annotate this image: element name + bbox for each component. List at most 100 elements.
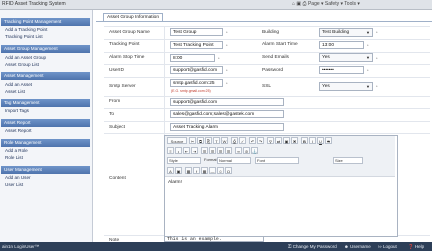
sidebar-item-tracking-point-list[interactable]: Tracking Point List (5, 34, 43, 39)
image-icon[interactable]: ▦ (185, 167, 192, 174)
app-title: RFID Asset Tracking System (2, 1, 66, 7)
required-mark: * (376, 84, 378, 89)
sidebar-item-role-list[interactable]: Role List (5, 155, 23, 160)
select-all-icon[interactable]: ▣ (283, 137, 290, 144)
find-icon[interactable]: ⚲ (267, 137, 274, 144)
link-icon[interactable]: ∞ (235, 147, 242, 154)
sidebar-header-role[interactable]: Role Management (1, 139, 90, 147)
align-left-icon[interactable]: ☰ (201, 147, 208, 154)
horizontal-rule-icon[interactable]: — (209, 167, 216, 174)
editor-body[interactable] (165, 177, 395, 234)
ordered-list-icon[interactable]: ≡ (167, 147, 174, 154)
sidebar-item-add-asset[interactable]: Add an Asset (5, 82, 32, 87)
outdent-icon[interactable]: ⇤ (183, 147, 190, 154)
browser-tools-menu[interactable]: ⌂ ▣ ⎙ Page ▾ Safety ▾ Tools ▾ (292, 1, 360, 7)
unlink-icon[interactable]: ⊘ (243, 147, 250, 154)
logout-link[interactable]: ⇰ Logout (378, 244, 397, 250)
underline-icon[interactable]: U (317, 137, 324, 144)
password-input[interactable]: ••••••• (319, 66, 364, 74)
justify-icon[interactable]: ☰ (225, 147, 232, 154)
sidebar-header-tracking-point[interactable]: Tracking Point Management (1, 18, 90, 26)
alarm-stop-time-input[interactable]: 8:00 (170, 54, 215, 62)
strikethrough-icon[interactable]: S (325, 137, 332, 144)
alarm-stop-time-label: Alarm Stop Time (109, 55, 145, 60)
asset-group-name-input[interactable]: Test Group (170, 28, 223, 36)
cut-icon[interactable]: ✂ (189, 137, 196, 144)
redo-icon[interactable]: ↷ (257, 137, 264, 144)
sidebar-header-user[interactable]: User Management (1, 166, 90, 174)
flash-icon[interactable]: f (193, 167, 200, 174)
building-select[interactable]: Test Building ▼ (319, 28, 373, 37)
style-select[interactable]: Style (167, 157, 201, 164)
replace-icon[interactable]: ⇄ (275, 137, 282, 144)
userid-input[interactable]: support@gasfid.com (170, 66, 223, 74)
unordered-list-icon[interactable]: • (175, 147, 182, 154)
italic-icon[interactable]: I (309, 137, 316, 144)
username-link[interactable]: ☻ Username (344, 244, 371, 249)
copy-icon[interactable]: ⧉ (197, 137, 204, 144)
paste-icon[interactable]: ⎘ (205, 137, 212, 144)
undo-icon[interactable]: ↶ (249, 137, 256, 144)
send-emails-label: Send Emails (262, 55, 289, 60)
bold-icon[interactable]: B (301, 137, 308, 144)
special-char-icon[interactable]: Ω (225, 167, 232, 174)
smtp-server-input[interactable]: smtp.gasfid.com:25 (170, 79, 223, 87)
source-button[interactable]: Source (167, 137, 187, 144)
from-input[interactable]: support@gasfid.com (170, 98, 284, 106)
smiley-icon[interactable]: ☺ (217, 167, 224, 174)
indent-icon[interactable]: ⇥ (191, 147, 198, 154)
ssl-select[interactable]: Yes ▼ (319, 82, 373, 91)
print-icon[interactable]: ⎙ (303, 1, 307, 7)
alarm-start-time-input[interactable]: 13:00 (319, 41, 364, 49)
sidebar-header-asset-report[interactable]: Asset Report (1, 119, 90, 127)
sidebar-header-asset-group[interactable]: Asset Group Management (1, 45, 90, 53)
sidebar-item-add-user[interactable]: Add an User (5, 175, 31, 180)
sidebar-header-tag[interactable]: Tag Management (1, 99, 90, 107)
align-right-icon[interactable]: ☰ (217, 147, 224, 154)
spellcheck-icon[interactable]: ✓ (239, 137, 246, 144)
sidebar-item-add-tracking-point[interactable]: Add a Tracking Point (5, 27, 47, 32)
to-input[interactable]: sales@gasfid.com;sales@gastek.com (170, 110, 284, 118)
font-select[interactable]: Font (255, 157, 299, 164)
tracking-point-input[interactable]: Test Tracking Point (170, 41, 223, 49)
logout-icon: ⇰ (378, 244, 382, 249)
tab-asset-group-information[interactable]: Asset Group Information (103, 13, 163, 21)
paste-text-icon[interactable]: T (213, 137, 220, 144)
feeds-icon[interactable]: ▣ (296, 1, 301, 7)
subject-input[interactable]: Asset Tracking Alarm (170, 123, 284, 131)
home-icon[interactable]: ⌂ (292, 1, 295, 7)
tab-divider (96, 21, 432, 22)
chevron-down-icon: ▼ (366, 55, 370, 60)
help-link[interactable]: ❓ Help (408, 244, 424, 250)
editor-content-text: Alarm! (168, 180, 182, 185)
background-color-icon[interactable]: ▣ (175, 167, 182, 174)
help-icon: ❓ (408, 244, 414, 249)
browser-tools-label[interactable]: Page ▾ Safety ▾ Tools ▾ (308, 1, 360, 7)
table-icon[interactable]: ▦ (201, 167, 208, 174)
sidebar-item-import-tags[interactable]: Import Tags (5, 108, 29, 113)
change-password-link[interactable]: ⚿ Change My Password (288, 244, 337, 249)
sidebar-item-asset-report[interactable]: Asset Report (5, 128, 32, 133)
print-icon[interactable]: ⎙ (231, 137, 238, 144)
anchor-icon[interactable]: ⚓ (251, 147, 258, 154)
required-mark: * (367, 68, 369, 73)
required-mark: * (376, 30, 378, 35)
sidebar-item-asset-list[interactable]: Asset List (5, 89, 25, 94)
ssl-select-value: Yes (322, 84, 330, 89)
login-user-text: ain1n LoginUser™ (2, 244, 40, 249)
sidebar-item-user-list[interactable]: User List (5, 182, 23, 187)
format-select[interactable]: Normal (217, 157, 251, 164)
sidebar-item-add-asset-group[interactable]: Add an Asset Group (5, 55, 46, 60)
sidebar-header-asset[interactable]: Asset Management (1, 72, 90, 80)
format-label: Format (204, 157, 217, 162)
paste-word-icon[interactable]: W (221, 137, 228, 144)
size-select[interactable]: Size (333, 157, 363, 164)
sidebar-item-add-role[interactable]: Add a Role (5, 148, 28, 153)
sidebar-item-asset-group-list[interactable]: Asset Group List (5, 62, 39, 67)
align-center-icon[interactable]: ☰ (209, 147, 216, 154)
text-color-icon[interactable]: A (167, 167, 174, 174)
remove-format-icon[interactable]: ✖ (291, 137, 298, 144)
required-mark: * (376, 56, 378, 61)
from-label: From (109, 99, 121, 104)
send-emails-select[interactable]: Yes ▼ (319, 53, 373, 62)
